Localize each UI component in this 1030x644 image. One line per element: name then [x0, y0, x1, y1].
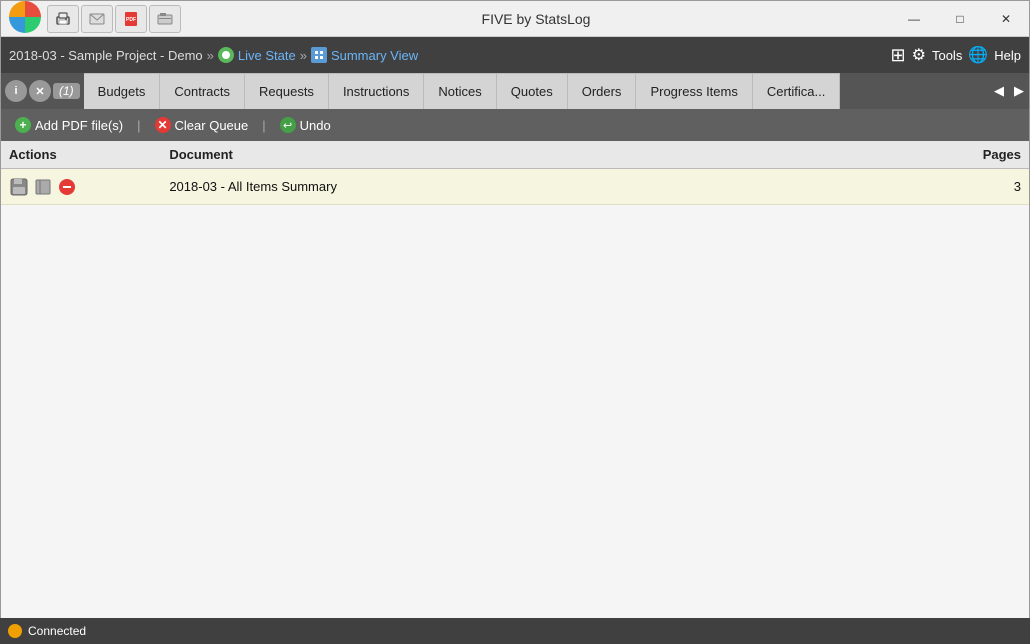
toolbar-sep-1: |	[137, 118, 140, 133]
live-state-link[interactable]: Live State	[218, 47, 296, 63]
tab-requests[interactable]: Requests	[245, 73, 329, 109]
connected-label: Connected	[28, 624, 86, 638]
row-actions-cell	[9, 177, 169, 197]
grid-icon: ⊞	[891, 45, 906, 66]
clear-queue-button[interactable]: ✕ Clear Queue	[147, 114, 257, 136]
column-headers: Actions Document Pages	[1, 141, 1029, 169]
toolbar-icons: PDF	[1, 1, 181, 37]
email-button[interactable]	[81, 5, 113, 33]
summary-view-link[interactable]: Summary View	[311, 47, 418, 63]
fax-button[interactable]	[149, 5, 181, 33]
right-tools: ⊞ ⚙ Tools 🌐 Help	[891, 45, 1021, 66]
table-row[interactable]: 2018-03 - All Items Summary 3	[1, 169, 1029, 205]
content-area: 2018-03 - All Items Summary 3	[1, 169, 1029, 643]
status-dot-icon	[8, 624, 22, 638]
undo-icon: ↩	[280, 117, 296, 133]
remove-row-button[interactable]	[57, 177, 77, 197]
col-pages-label: Pages	[971, 147, 1021, 162]
live-state-label: Live State	[238, 48, 296, 63]
tab-counter[interactable]: (1)	[53, 83, 80, 99]
title-bar: PDF FIVE by StatsLog — □ ✕	[1, 1, 1029, 37]
live-state-icon	[218, 47, 234, 63]
col-document-label: Document	[169, 147, 971, 162]
tab-info-buttons: i ✕ (1)	[1, 73, 84, 109]
minimize-button[interactable]: —	[891, 1, 937, 37]
tab-bar: i ✕ (1) Budgets Contracts Requests Instr…	[1, 73, 1029, 109]
project-breadcrumb: 2018-03 - Sample Project - Demo	[9, 48, 203, 63]
summary-view-label: Summary View	[331, 48, 418, 63]
help-button[interactable]: Help	[994, 48, 1021, 63]
tab-notices[interactable]: Notices	[424, 73, 496, 109]
tab-budgets[interactable]: Budgets	[84, 73, 161, 109]
app-logo	[9, 1, 45, 37]
sep1: »	[207, 48, 214, 63]
save-icon	[9, 177, 29, 197]
svg-text:PDF: PDF	[126, 17, 136, 23]
remove-icon: ✕	[155, 117, 171, 133]
row-pages: 3	[971, 179, 1021, 194]
col-actions-label: Actions	[9, 147, 169, 162]
book-icon	[33, 177, 53, 197]
add-icon: +	[15, 117, 31, 133]
print-button[interactable]	[47, 5, 79, 33]
tab-orders[interactable]: Orders	[568, 73, 637, 109]
undo-button[interactable]: ↩ Undo	[272, 114, 339, 136]
tab-scroll-right[interactable]: ▶	[1009, 73, 1029, 109]
tab-certificates[interactable]: Certifica...	[753, 73, 841, 109]
row-document-name: 2018-03 - All Items Summary	[169, 179, 971, 194]
gear-icon: ⚙	[912, 45, 926, 65]
tools-button[interactable]: Tools	[932, 48, 962, 63]
tab-quotes[interactable]: Quotes	[497, 73, 568, 109]
close-button[interactable]: ✕	[983, 1, 1029, 37]
tab-instructions[interactable]: Instructions	[329, 73, 424, 109]
toolbar: + Add PDF file(s) | ✕ Clear Queue | ↩ Un…	[1, 109, 1029, 141]
globe-icon: 🌐	[968, 45, 988, 65]
summary-view-icon	[311, 47, 327, 63]
restore-button[interactable]: □	[937, 1, 983, 37]
close-tab-button[interactable]: ✕	[29, 80, 51, 102]
breadcrumb-bar: 2018-03 - Sample Project - Demo » Live S…	[1, 37, 1029, 73]
pdf-button[interactable]: PDF	[115, 5, 147, 33]
app-title: FIVE by StatsLog	[181, 11, 891, 27]
info-tab-button[interactable]: i	[5, 80, 27, 102]
toolbar-sep-2: |	[262, 118, 265, 133]
tabs-container: Budgets Contracts Requests Instructions …	[84, 73, 989, 109]
sep2: »	[300, 48, 307, 63]
tab-progress-items[interactable]: Progress Items	[636, 73, 752, 109]
status-bar: Connected	[0, 618, 1030, 644]
tab-contracts[interactable]: Contracts	[160, 73, 245, 109]
tab-scroll-left[interactable]: ◀	[989, 73, 1009, 109]
window-controls: — □ ✕	[891, 1, 1029, 37]
add-pdf-button[interactable]: + Add PDF file(s)	[7, 114, 131, 136]
